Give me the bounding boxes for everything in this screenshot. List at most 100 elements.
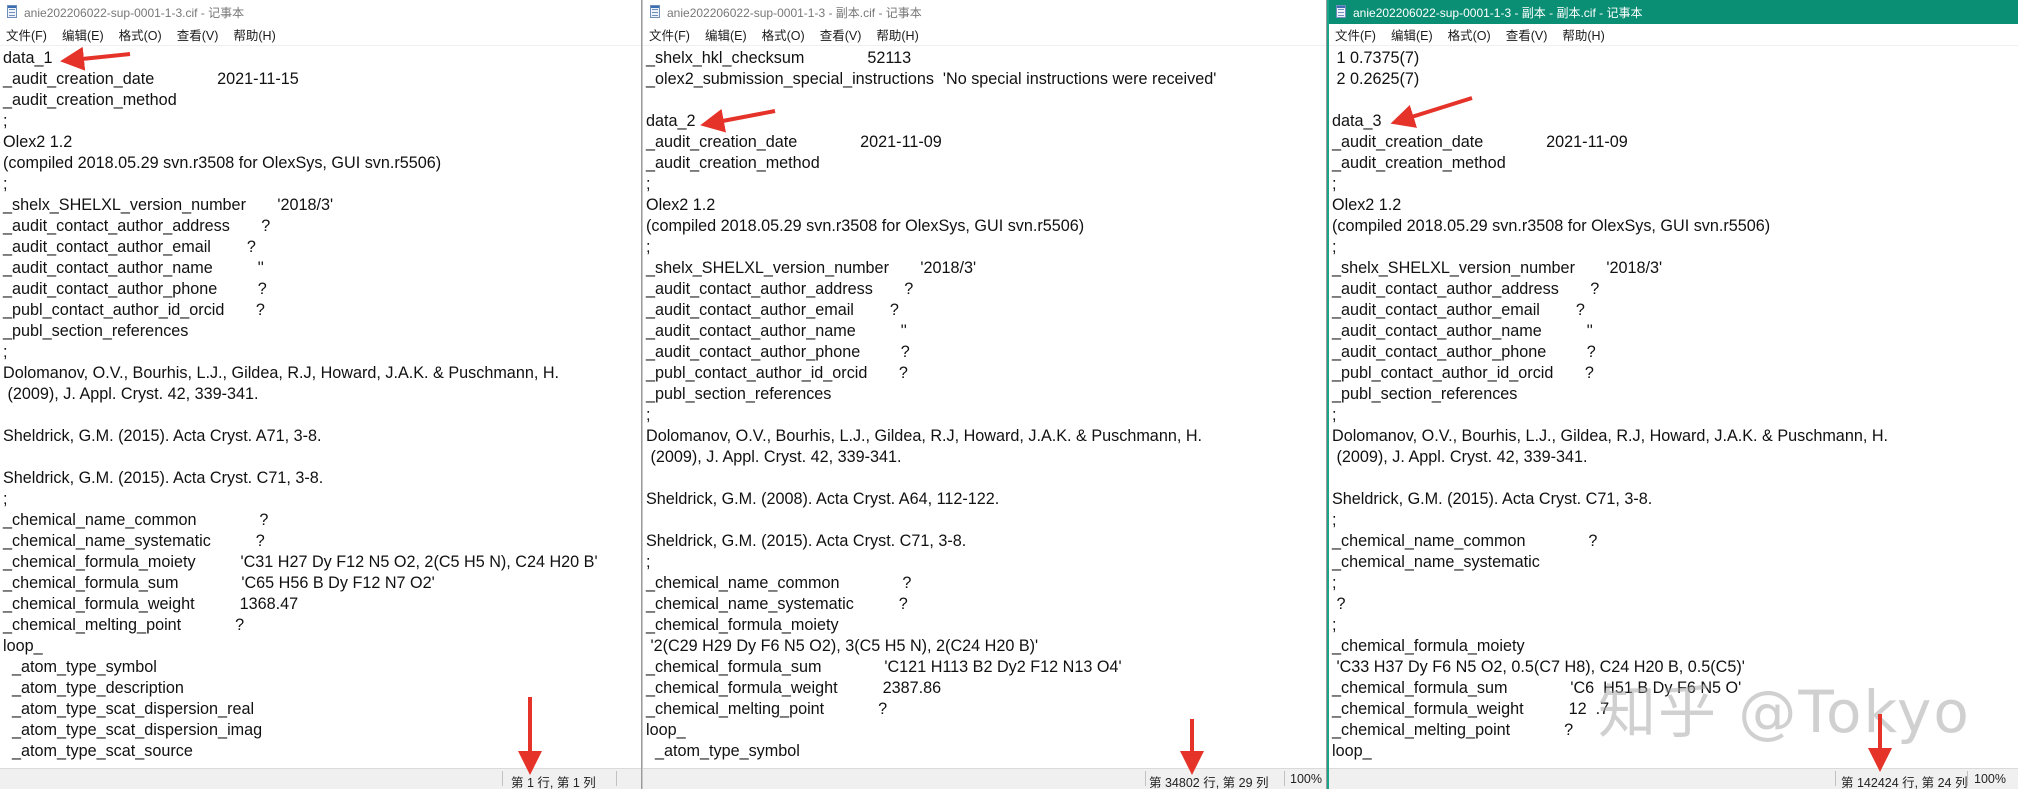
text-line: _audit_creation_date 2021-11-15: [3, 70, 299, 88]
text-line: _atom_type_scat_dispersion_imag: [3, 721, 263, 739]
text-line: _audit_contact_author_name '': [646, 322, 907, 340]
status-divider: [1835, 771, 1836, 786]
text-line: _chemical_formula_weight 2387.86: [646, 679, 942, 697]
text-line: _audit_creation_method: [646, 154, 820, 172]
text-line: [3, 447, 641, 468]
text-line: _chemical_name_systematic ?: [646, 595, 908, 613]
status-divider: [1967, 771, 1968, 786]
menu-file[interactable]: 文件(F): [1335, 25, 1376, 44]
text-line: ;: [1332, 238, 1337, 256]
text-line: _atom_type_scat_dispersion_real: [3, 700, 255, 718]
text-line: _shelx_SHELXL_version_number '2018/3': [646, 259, 977, 277]
text-line: _chemical_name_common ?: [1332, 532, 1598, 550]
menu-bar: 文件(F) 编辑(E) 格式(O) 查看(V) 帮助(H): [0, 24, 641, 46]
text-line: [646, 90, 1326, 111]
title-bar[interactable]: anie202206022-sup-0001-1-3 - 副本.cif - 记事…: [643, 0, 1326, 24]
text-line: ;: [3, 175, 8, 193]
text-line: Sheldrick, G.M. (2015). Acta Cryst. C71,…: [1332, 490, 1653, 508]
text-line: ;: [646, 238, 651, 256]
zoom-level: 100%: [1290, 772, 1322, 786]
text-line: (2009), J. Appl. Cryst. 42, 339-341.: [646, 448, 902, 466]
menu-edit[interactable]: 编辑(E): [62, 25, 104, 44]
menu-format[interactable]: 格式(O): [762, 25, 805, 44]
text-line: [1332, 468, 2018, 489]
menu-file[interactable]: 文件(F): [6, 25, 47, 44]
text-line: _audit_creation_date 2021-11-09: [646, 133, 942, 151]
text-line: data_3: [1332, 112, 1382, 130]
notepad-window-1: anie202206022-sup-0001-1-3.cif - 记事本 文件(…: [0, 0, 642, 789]
window-title: anie202206022-sup-0001-1-3.cif - 记事本: [24, 5, 245, 20]
zoom-level: 100%: [1974, 772, 2006, 786]
status-bar: 第 34802 行, 第 29 列 100%: [643, 768, 1326, 789]
text-line: _atom_type_symbol: [646, 742, 800, 760]
text-line: _publ_contact_author_id_orcid ?: [3, 301, 265, 319]
menu-edit[interactable]: 编辑(E): [1391, 25, 1433, 44]
text-line: ;: [1332, 616, 1337, 634]
text-line: ?: [1332, 595, 1346, 613]
status-divider: [616, 771, 617, 786]
text-line: ;: [646, 553, 651, 571]
text-line: _audit_contact_author_phone ?: [3, 280, 267, 298]
text-line: _shelx_SHELXL_version_number '2018/3': [1332, 259, 1663, 277]
text-line: _audit_contact_author_address ?: [646, 280, 914, 298]
menu-help[interactable]: 帮助(H): [1562, 25, 1604, 44]
text-line: _publ_section_references: [646, 385, 832, 403]
text-line: ;: [646, 406, 651, 424]
text-line: _chemical_formula_weight 1368.47: [3, 595, 299, 613]
text-line: Sheldrick, G.M. (2008). Acta Cryst. A64,…: [646, 490, 1000, 508]
text-line: [1332, 90, 2018, 111]
text-line: _audit_contact_author_address ?: [3, 217, 271, 235]
text-line: _publ_section_references: [1332, 385, 1518, 403]
title-bar[interactable]: anie202206022-sup-0001-1-3.cif - 记事本: [0, 0, 641, 24]
title-bar[interactable]: anie202206022-sup-0001-1-3 - 副本 - 副本.cif…: [1329, 0, 2018, 24]
text-line: Dolomanov, O.V., Bourhis, L.J., Gildea, …: [1332, 427, 1889, 445]
menu-view[interactable]: 查看(V): [820, 25, 862, 44]
text-line: _audit_contact_author_name '': [3, 259, 264, 277]
text-line: Sheldrick, G.M. (2015). Acta Cryst. C71,…: [646, 532, 967, 550]
text-line: loop_: [3, 637, 43, 655]
text-line: _olex2_submission_special_instructions '…: [646, 70, 1217, 88]
text-line: _audit_creation_date 2021-11-09: [1332, 133, 1628, 151]
text-line: ;: [1332, 574, 1337, 592]
cursor-position: 第 34802 行, 第 29 列: [1149, 776, 1269, 789]
menu-format[interactable]: 格式(O): [119, 25, 162, 44]
notepad-window-2: anie202206022-sup-0001-1-3 - 副本.cif - 记事…: [642, 0, 1327, 789]
text-editor[interactable]: 1 0.7375(7) 2 0.2625(7) data_3 _audit_crea…: [1329, 46, 2018, 769]
text-line: _chemical_formula_moiety: [646, 616, 839, 634]
text-line: (compiled 2018.05.29 svn.r3508 for OlexS…: [646, 217, 1085, 235]
menu-help[interactable]: 帮助(H): [233, 25, 275, 44]
text-line: Olex2 1.2: [3, 133, 73, 151]
text-editor[interactable]: data_1 _audit_creation_date 2021-11-15 _au…: [0, 46, 641, 769]
notepad-app-icon: [1335, 5, 1348, 19]
text-line: _chemical_formula_moiety: [1332, 637, 1525, 655]
status-bar: 第 142424 行, 第 24 列 100%: [1329, 768, 2018, 789]
text-line: Olex2 1.2: [646, 196, 716, 214]
menu-view[interactable]: 查看(V): [1506, 25, 1548, 44]
menu-help[interactable]: 帮助(H): [876, 25, 918, 44]
menu-format[interactable]: 格式(O): [1448, 25, 1491, 44]
text-line: _audit_contact_author_email ?: [1332, 301, 1585, 319]
menu-bar: 文件(F) 编辑(E) 格式(O) 查看(V) 帮助(H): [643, 24, 1326, 46]
text-line: ;: [3, 343, 8, 361]
text-line: _chemical_melting_point ?: [3, 616, 245, 634]
text-line: _chemical_name_systematic: [1332, 553, 1540, 571]
status-divider: [1284, 771, 1285, 786]
text-line: _shelx_SHELXL_version_number '2018/3': [3, 196, 334, 214]
text-line: (compiled 2018.05.29 svn.r3508 for OlexS…: [1332, 217, 1771, 235]
text-line: (2009), J. Appl. Cryst. 42, 339-341.: [3, 385, 259, 403]
text-line: ;: [1332, 511, 1337, 529]
notepad-app-icon: [649, 5, 662, 19]
text-line: [646, 468, 1326, 489]
text-editor[interactable]: _shelx_hkl_checksum 52113 _olex2_submissi…: [643, 46, 1326, 769]
text-line: data_1: [3, 49, 53, 67]
text-line: _chemical_formula_sum 'C65 H56 B Dy F12 …: [3, 574, 435, 592]
text-line: _shelx_hkl_checksum 52113: [646, 49, 912, 67]
text-line: 2 0.2625(7): [1332, 70, 1420, 88]
text-line: 1 0.7375(7): [1332, 49, 1420, 67]
watermark-text: 知乎 @Tokyo: [1598, 678, 1971, 746]
text-line: _publ_section_references: [3, 322, 189, 340]
text-line: _audit_creation_method: [3, 91, 177, 109]
menu-file[interactable]: 文件(F): [649, 25, 690, 44]
menu-edit[interactable]: 编辑(E): [705, 25, 747, 44]
menu-view[interactable]: 查看(V): [177, 25, 219, 44]
